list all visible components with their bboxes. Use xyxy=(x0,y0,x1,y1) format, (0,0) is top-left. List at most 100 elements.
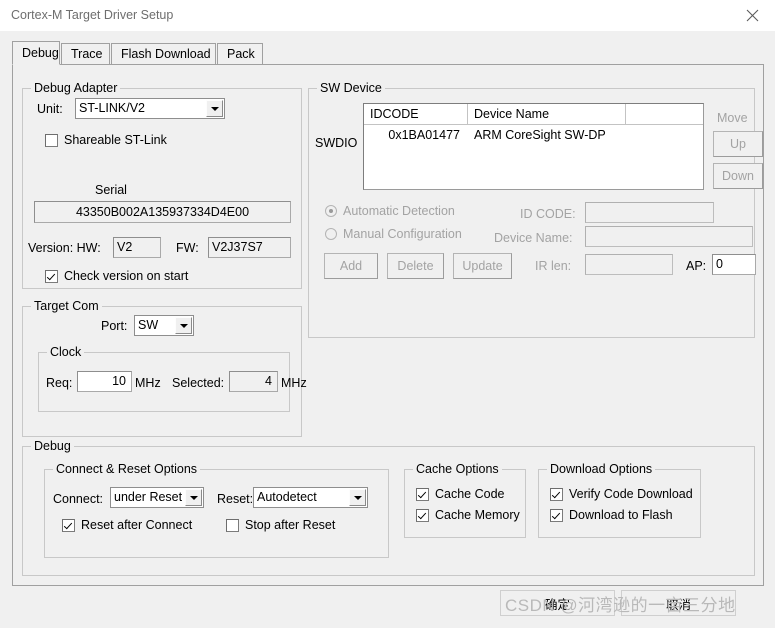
verify-code-download-label: Verify Code Download xyxy=(569,487,693,501)
radio-circle xyxy=(325,205,337,217)
unit-combobox[interactable]: ST-LINK/V2 xyxy=(75,98,225,119)
chevron-down-icon[interactable] xyxy=(349,489,366,506)
move-label: Move xyxy=(717,111,748,125)
close-icon xyxy=(746,9,759,22)
reset-combobox[interactable]: Autodetect xyxy=(253,487,368,508)
ir-len-label: IR len: xyxy=(535,259,572,273)
cache-code-checkbox[interactable]: Cache Code xyxy=(416,487,505,501)
target-com-group-label: Target Com xyxy=(31,299,102,313)
cancel-button[interactable]: 取消 xyxy=(621,590,736,616)
automatic-detection-label: Automatic Detection xyxy=(343,204,455,218)
tab-strip: Debug Trace Flash Download Pack xyxy=(12,41,763,65)
cache-code-label: Cache Code xyxy=(435,487,505,501)
column-header-idcode: IDCODE xyxy=(364,104,468,124)
move-up-button[interactable]: Up xyxy=(713,131,763,157)
check-version-on-start-checkbox[interactable]: Check version on start xyxy=(45,269,188,283)
ir-len-field[interactable] xyxy=(585,254,673,275)
clock-group: Clock Req: 10 MHz Selected: 4 MHz xyxy=(38,345,307,412)
connect-combobox[interactable]: under Reset xyxy=(110,487,204,508)
table-header-row: IDCODE Device Name xyxy=(364,104,703,125)
checkbox-box xyxy=(45,133,58,147)
device-name-field[interactable] xyxy=(585,226,753,247)
swdio-label: SWDIO xyxy=(315,136,358,150)
reset-after-connect-label: Reset after Connect xyxy=(81,518,193,532)
add-button[interactable]: Add xyxy=(324,253,378,279)
dialog-button-bar: 确定 取消 xyxy=(0,590,775,628)
checkbox-box xyxy=(416,487,429,501)
close-button[interactable] xyxy=(729,0,775,30)
delete-button[interactable]: Delete xyxy=(387,253,444,279)
download-to-flash-label: Download to Flash xyxy=(569,508,673,522)
req-clock-field[interactable]: 10 xyxy=(77,371,132,392)
download-options-group-label: Download Options xyxy=(547,462,656,476)
connect-combobox-value: under Reset xyxy=(114,490,183,504)
selected-label: Selected: xyxy=(172,376,225,390)
connect-label: Connect: xyxy=(53,492,104,506)
column-header-extra xyxy=(626,104,703,124)
port-combobox-value: SW xyxy=(138,318,159,332)
stop-after-reset-label: Stop after Reset xyxy=(245,518,336,532)
clock-group-label: Clock xyxy=(47,345,85,359)
serial-label: Serial xyxy=(95,183,127,197)
debug-group-label: Debug xyxy=(31,439,74,453)
debug-adapter-group: Debug Adapter Unit: ST-LINK/V2 Shareable… xyxy=(22,81,302,289)
cache-memory-label: Cache Memory xyxy=(435,508,520,522)
id-code-label: ID CODE: xyxy=(520,207,576,221)
reset-label: Reset: xyxy=(217,492,254,506)
tab-trace[interactable]: Trace xyxy=(61,43,110,64)
id-code-field[interactable] xyxy=(585,202,714,223)
move-down-button[interactable]: Down xyxy=(713,163,763,189)
fw-label: FW: xyxy=(176,241,199,255)
device-name-label: Device Name: xyxy=(494,231,573,245)
download-options-group: Download Options Verify Code Download Do… xyxy=(538,462,701,538)
column-header-device-name: Device Name xyxy=(468,104,626,124)
cell-idcode: 0x1BA01477 xyxy=(388,128,460,142)
unit-label: Unit: xyxy=(37,102,63,116)
cell-extra xyxy=(626,125,703,145)
ap-field[interactable]: 0 xyxy=(712,254,756,275)
sw-device-group-label: SW Device xyxy=(317,81,385,95)
manual-configuration-label: Manual Configuration xyxy=(343,227,462,241)
port-combobox[interactable]: SW xyxy=(134,315,194,336)
title-bar: Cortex-M Target Driver Setup xyxy=(0,0,775,32)
unit-combobox-value: ST-LINK/V2 xyxy=(79,101,145,115)
tab-flash-download[interactable]: Flash Download xyxy=(111,43,216,64)
connect-reset-options-group: Connect & Reset Options Connect: under R… xyxy=(44,462,389,558)
req-unit-label: MHz xyxy=(135,376,161,390)
ok-button[interactable]: 确定 xyxy=(500,590,615,616)
window-title: Cortex-M Target Driver Setup xyxy=(11,8,174,22)
download-to-flash-checkbox[interactable]: Download to Flash xyxy=(550,508,673,522)
table-row[interactable]: 0x1BA01477 ARM CoreSight SW-DP xyxy=(364,125,703,145)
tab-pack[interactable]: Pack xyxy=(217,43,263,64)
verify-code-download-checkbox[interactable]: Verify Code Download xyxy=(550,487,693,501)
stop-after-reset-checkbox[interactable]: Stop after Reset xyxy=(226,518,335,532)
serial-field[interactable]: 43350B002A135937334D4E00 xyxy=(34,201,291,223)
ap-label: AP: xyxy=(686,259,707,273)
checkbox-box xyxy=(226,518,239,532)
sw-device-table[interactable]: IDCODE Device Name 0x1BA01477 ARM CoreSi… xyxy=(363,103,704,190)
cache-memory-checkbox[interactable]: Cache Memory xyxy=(416,508,520,522)
reset-after-connect-checkbox[interactable]: Reset after Connect xyxy=(62,518,192,532)
checkbox-box xyxy=(550,508,563,522)
automatic-detection-radio[interactable]: Automatic Detection xyxy=(325,204,455,218)
fw-version-field: V2J37S7 xyxy=(208,237,291,258)
debug-group: Debug Connect & Reset Options Connect: u… xyxy=(22,439,755,576)
cache-options-group: Cache Options Cache Code Cache Memory xyxy=(404,462,526,538)
connect-reset-options-group-label: Connect & Reset Options xyxy=(53,462,201,476)
cache-options-group-label: Cache Options xyxy=(413,462,502,476)
checkbox-box xyxy=(550,487,563,501)
chevron-down-icon[interactable] xyxy=(175,317,192,334)
version-hw-label: Version: HW: xyxy=(28,241,101,255)
update-button[interactable]: Update xyxy=(453,253,512,279)
tab-debug[interactable]: Debug xyxy=(12,41,60,65)
debug-tab-page: Debug Adapter Unit: ST-LINK/V2 Shareable… xyxy=(12,64,764,586)
chevron-down-icon[interactable] xyxy=(206,100,223,117)
selected-unit-label: MHz xyxy=(281,376,307,390)
selected-clock-field: 4 xyxy=(229,371,278,392)
shareable-st-link-checkbox[interactable]: Shareable ST-Link xyxy=(45,133,167,147)
checkbox-box xyxy=(416,508,429,522)
shareable-st-link-label: Shareable ST-Link xyxy=(64,133,167,147)
chevron-down-icon[interactable] xyxy=(185,489,202,506)
checkbox-box xyxy=(45,269,58,283)
manual-configuration-radio[interactable]: Manual Configuration xyxy=(325,227,462,241)
